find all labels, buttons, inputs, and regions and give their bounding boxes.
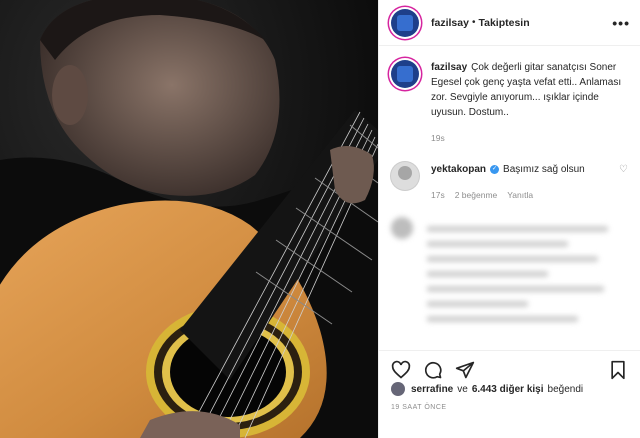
comment-body: yektakopan ✓ Başımız sağ olsun ♡ 17s 2 b… bbox=[431, 162, 628, 203]
caption-username[interactable]: fazilsay bbox=[431, 62, 467, 73]
blurred-comment bbox=[391, 217, 628, 331]
comment-time[interactable]: 17s bbox=[431, 188, 445, 203]
comment-heart-icon[interactable]: ♡ bbox=[619, 162, 628, 177]
reply-button[interactable]: Yanıtla bbox=[507, 188, 533, 203]
comment-likes[interactable]: 2 beğenme bbox=[455, 188, 498, 203]
follow-status[interactable]: Takiptesin bbox=[478, 17, 529, 29]
more-icon[interactable]: ••• bbox=[612, 15, 630, 31]
caption-time[interactable]: 19s bbox=[431, 131, 445, 146]
author-username[interactable]: fazilsay bbox=[431, 17, 469, 29]
likes-suffix: beğendi bbox=[547, 383, 584, 395]
liker-avatar[interactable] bbox=[391, 382, 405, 396]
share-icon[interactable] bbox=[455, 360, 475, 380]
comment-icon[interactable] bbox=[423, 360, 443, 380]
likes-summary: serrafine ve 6.443 diğer kişi beğendi bbox=[391, 382, 583, 396]
comment-meta: 17s 2 beğenme Yanıtla bbox=[431, 188, 628, 203]
caption: fazilsay Çok değerli gitar sanatçısı Sone… bbox=[391, 60, 628, 146]
caption-meta: 19s bbox=[431, 131, 628, 146]
action-bar bbox=[379, 350, 640, 380]
verified-icon: ✓ bbox=[490, 165, 500, 174]
comment-item: yektakopan ✓ Başımız sağ olsun ♡ 17s 2 b… bbox=[391, 162, 628, 203]
likes-connector: ve bbox=[457, 383, 468, 395]
post-sidebar: fazilsay • Takiptesin ••• fazilsay Çok de… bbox=[378, 0, 640, 438]
post-timestamp[interactable]: 19 SAAT ÖNCE bbox=[391, 404, 447, 411]
liker-username[interactable]: serrafine bbox=[411, 384, 453, 395]
likes-count[interactable]: 6.443 diğer kişi bbox=[472, 384, 544, 395]
post-photo[interactable] bbox=[0, 0, 378, 438]
post-header: fazilsay • Takiptesin ••• bbox=[379, 0, 640, 46]
caption-avatar[interactable] bbox=[391, 60, 419, 88]
commenter-avatar[interactable] bbox=[391, 162, 419, 190]
bookmark-icon[interactable] bbox=[608, 360, 628, 380]
instagram-post: fazilsay • Takiptesin ••• fazilsay Çok de… bbox=[0, 0, 640, 438]
heart-icon[interactable] bbox=[391, 360, 411, 380]
author-avatar[interactable] bbox=[391, 8, 419, 37]
caption-body: fazilsay Çok değerli gitar sanatçısı Sone… bbox=[431, 60, 628, 146]
comments-section: fazilsay Çok değerli gitar sanatçısı Sone… bbox=[379, 46, 640, 346]
guitarist-photo bbox=[0, 0, 378, 438]
comment-text: Başımız sağ olsun bbox=[503, 164, 585, 175]
separator-dot: • bbox=[471, 17, 476, 28]
commenter-username[interactable]: yektakopan bbox=[431, 162, 486, 177]
